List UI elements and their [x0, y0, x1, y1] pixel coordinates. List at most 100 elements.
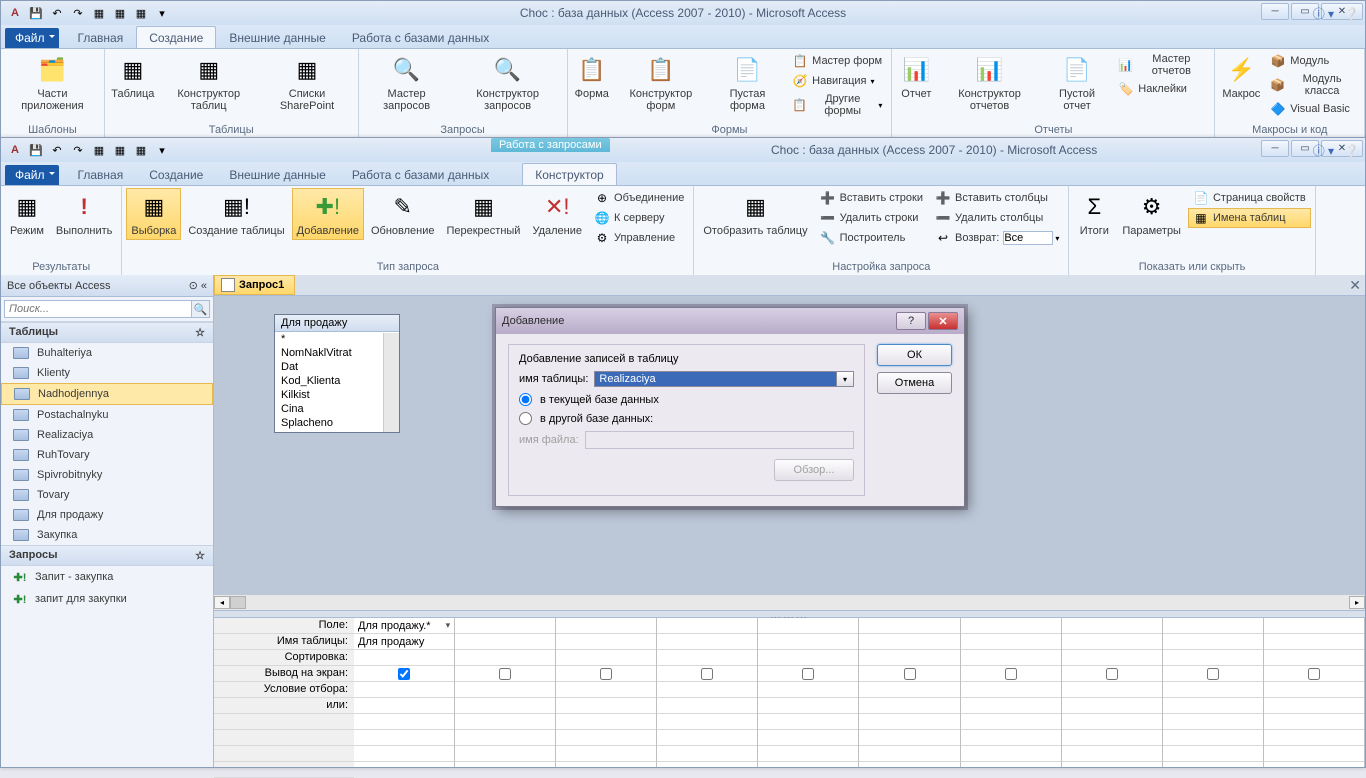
module-button[interactable]: 📦Модуль [1265, 51, 1360, 71]
grid-cell[interactable] [1264, 762, 1364, 767]
grid-cell[interactable] [455, 666, 555, 682]
minimize-button[interactable]: ─ [1261, 3, 1289, 20]
datadef-button[interactable]: ⚙Управление [589, 228, 689, 248]
grid-cell[interactable] [1163, 762, 1263, 767]
grid-cell[interactable] [354, 730, 454, 746]
nav-table-Закупка[interactable]: Закупка [1, 525, 213, 545]
delete-cols-button[interactable]: ➖Удалить столбцы [930, 208, 1064, 228]
grid-cell[interactable] [657, 746, 757, 762]
grid-cell[interactable] [556, 730, 656, 746]
grid-cell[interactable] [859, 618, 959, 634]
grid-cell[interactable] [758, 698, 858, 714]
qat-icon-2[interactable]: ▦ [110, 4, 130, 22]
grid-cell[interactable] [1163, 698, 1263, 714]
grid-cell[interactable] [961, 634, 1061, 650]
grid-cell[interactable] [1264, 682, 1364, 698]
blank-form-button[interactable]: 📄Пустая форма [710, 51, 785, 115]
grid-column[interactable] [758, 618, 859, 767]
grid-column[interactable] [1163, 618, 1264, 767]
field-item[interactable]: Dat [275, 360, 399, 374]
visual-basic-button[interactable]: 🔷Visual Basic [1265, 99, 1360, 119]
table-names-button[interactable]: ▦Имена таблиц [1188, 208, 1311, 228]
crosstab-button[interactable]: ▦Перекрестный [441, 188, 525, 240]
search-input[interactable] [4, 300, 192, 318]
tab-dbtools[interactable]: Работа с базами данных [339, 26, 502, 48]
grid-cell[interactable] [1062, 666, 1162, 682]
grid-cell[interactable] [1062, 618, 1162, 634]
table-button[interactable]: ▦Таблица [109, 51, 157, 103]
nav-group-queries[interactable]: Запросы☆ [1, 545, 213, 566]
grid-cell[interactable] [657, 634, 757, 650]
grid-cell[interactable] [961, 650, 1061, 666]
ok-button[interactable]: ОК [877, 344, 952, 366]
select-query-button[interactable]: ▦Выборка [126, 188, 181, 240]
grid-cell[interactable] [1264, 730, 1364, 746]
dialog-titlebar[interactable]: Добавление ? ✕ [496, 308, 964, 334]
grid-cell[interactable] [556, 634, 656, 650]
navigation-button[interactable]: 🧭Навигация▾ [787, 71, 887, 91]
radio-current-label[interactable]: в текущей базе данных [540, 394, 659, 406]
insert-cols-button[interactable]: ➕Вставить столбцы [930, 188, 1064, 208]
grid-cell[interactable] [556, 618, 656, 634]
tablename-input[interactable] [594, 371, 837, 387]
qat-icon-3[interactable]: ▦ [131, 141, 151, 159]
pane-splitter[interactable] [214, 610, 1365, 618]
undo-icon[interactable]: ↶ [47, 141, 67, 159]
grid-cell[interactable] [455, 730, 555, 746]
grid-cell[interactable] [657, 650, 757, 666]
grid-cell[interactable] [758, 618, 858, 634]
combo-dropdown-icon[interactable]: ▾ [837, 371, 854, 387]
grid-cell[interactable] [859, 730, 959, 746]
grid-cell[interactable] [354, 746, 454, 762]
grid-cell[interactable] [961, 746, 1061, 762]
help-icon[interactable]: ⓘ ▾ ❔ [1313, 5, 1359, 22]
nav-table-Buhalteriya[interactable]: Buhalteriya [1, 343, 213, 363]
grid-cell[interactable] [961, 682, 1061, 698]
grid-cell[interactable] [758, 730, 858, 746]
scroll-left-icon[interactable]: ◂ [214, 596, 230, 609]
tab-create[interactable]: Создание [136, 163, 216, 185]
field-item[interactable]: Cina [275, 402, 399, 416]
show-checkbox[interactable] [1106, 668, 1118, 680]
grid-cell[interactable] [1163, 650, 1263, 666]
grid-column[interactable] [657, 618, 758, 767]
grid-cell[interactable] [859, 682, 959, 698]
app-icon[interactable]: A [5, 4, 25, 22]
grid-cell[interactable] [657, 730, 757, 746]
grid-cell[interactable] [354, 714, 454, 730]
grid-cell[interactable] [859, 634, 959, 650]
scroll-thumb[interactable] [230, 596, 246, 609]
view-button[interactable]: ▦Режим [5, 188, 49, 240]
search-go-icon[interactable]: 🔍 [192, 300, 210, 318]
grid-column[interactable] [859, 618, 960, 767]
grid-cell[interactable] [556, 666, 656, 682]
grid-cell[interactable] [556, 762, 656, 767]
parameters-button[interactable]: ⚙Параметры [1117, 188, 1186, 240]
grid-cell[interactable] [455, 618, 555, 634]
grid-cell[interactable] [657, 714, 757, 730]
grid-cell[interactable] [961, 698, 1061, 714]
nav-table-RuhTovary[interactable]: RuhTovary [1, 445, 213, 465]
grid-cell[interactable] [961, 730, 1061, 746]
delete-rows-button[interactable]: ➖Удалить строки [815, 208, 928, 228]
file-tab[interactable]: Файл [5, 28, 59, 48]
grid-cell[interactable] [961, 666, 1061, 682]
tab-home[interactable]: Главная [65, 26, 137, 48]
nav-table-Klienty[interactable]: Klienty [1, 363, 213, 383]
grid-cell[interactable] [354, 666, 454, 682]
radio-other-db[interactable] [519, 412, 532, 425]
radio-other-label[interactable]: в другой базе данных: [540, 413, 653, 425]
grid-cell[interactable] [758, 714, 858, 730]
grid-cell[interactable] [354, 762, 454, 767]
scrollbar[interactable] [383, 333, 399, 432]
grid-cell[interactable] [758, 682, 858, 698]
qat-dropdown-icon[interactable]: ▾ [152, 141, 172, 159]
qat-icon-1[interactable]: ▦ [89, 4, 109, 22]
app-icon[interactable]: A [5, 141, 25, 159]
qat-icon-1[interactable]: ▦ [89, 141, 109, 159]
nav-table-Tovary[interactable]: Tovary [1, 485, 213, 505]
grid-cell[interactable] [455, 682, 555, 698]
tablename-combo[interactable]: ▾ [594, 371, 854, 387]
show-checkbox[interactable] [1005, 668, 1017, 680]
nav-query-item[interactable]: ✚!Запит - закупка [1, 566, 213, 588]
